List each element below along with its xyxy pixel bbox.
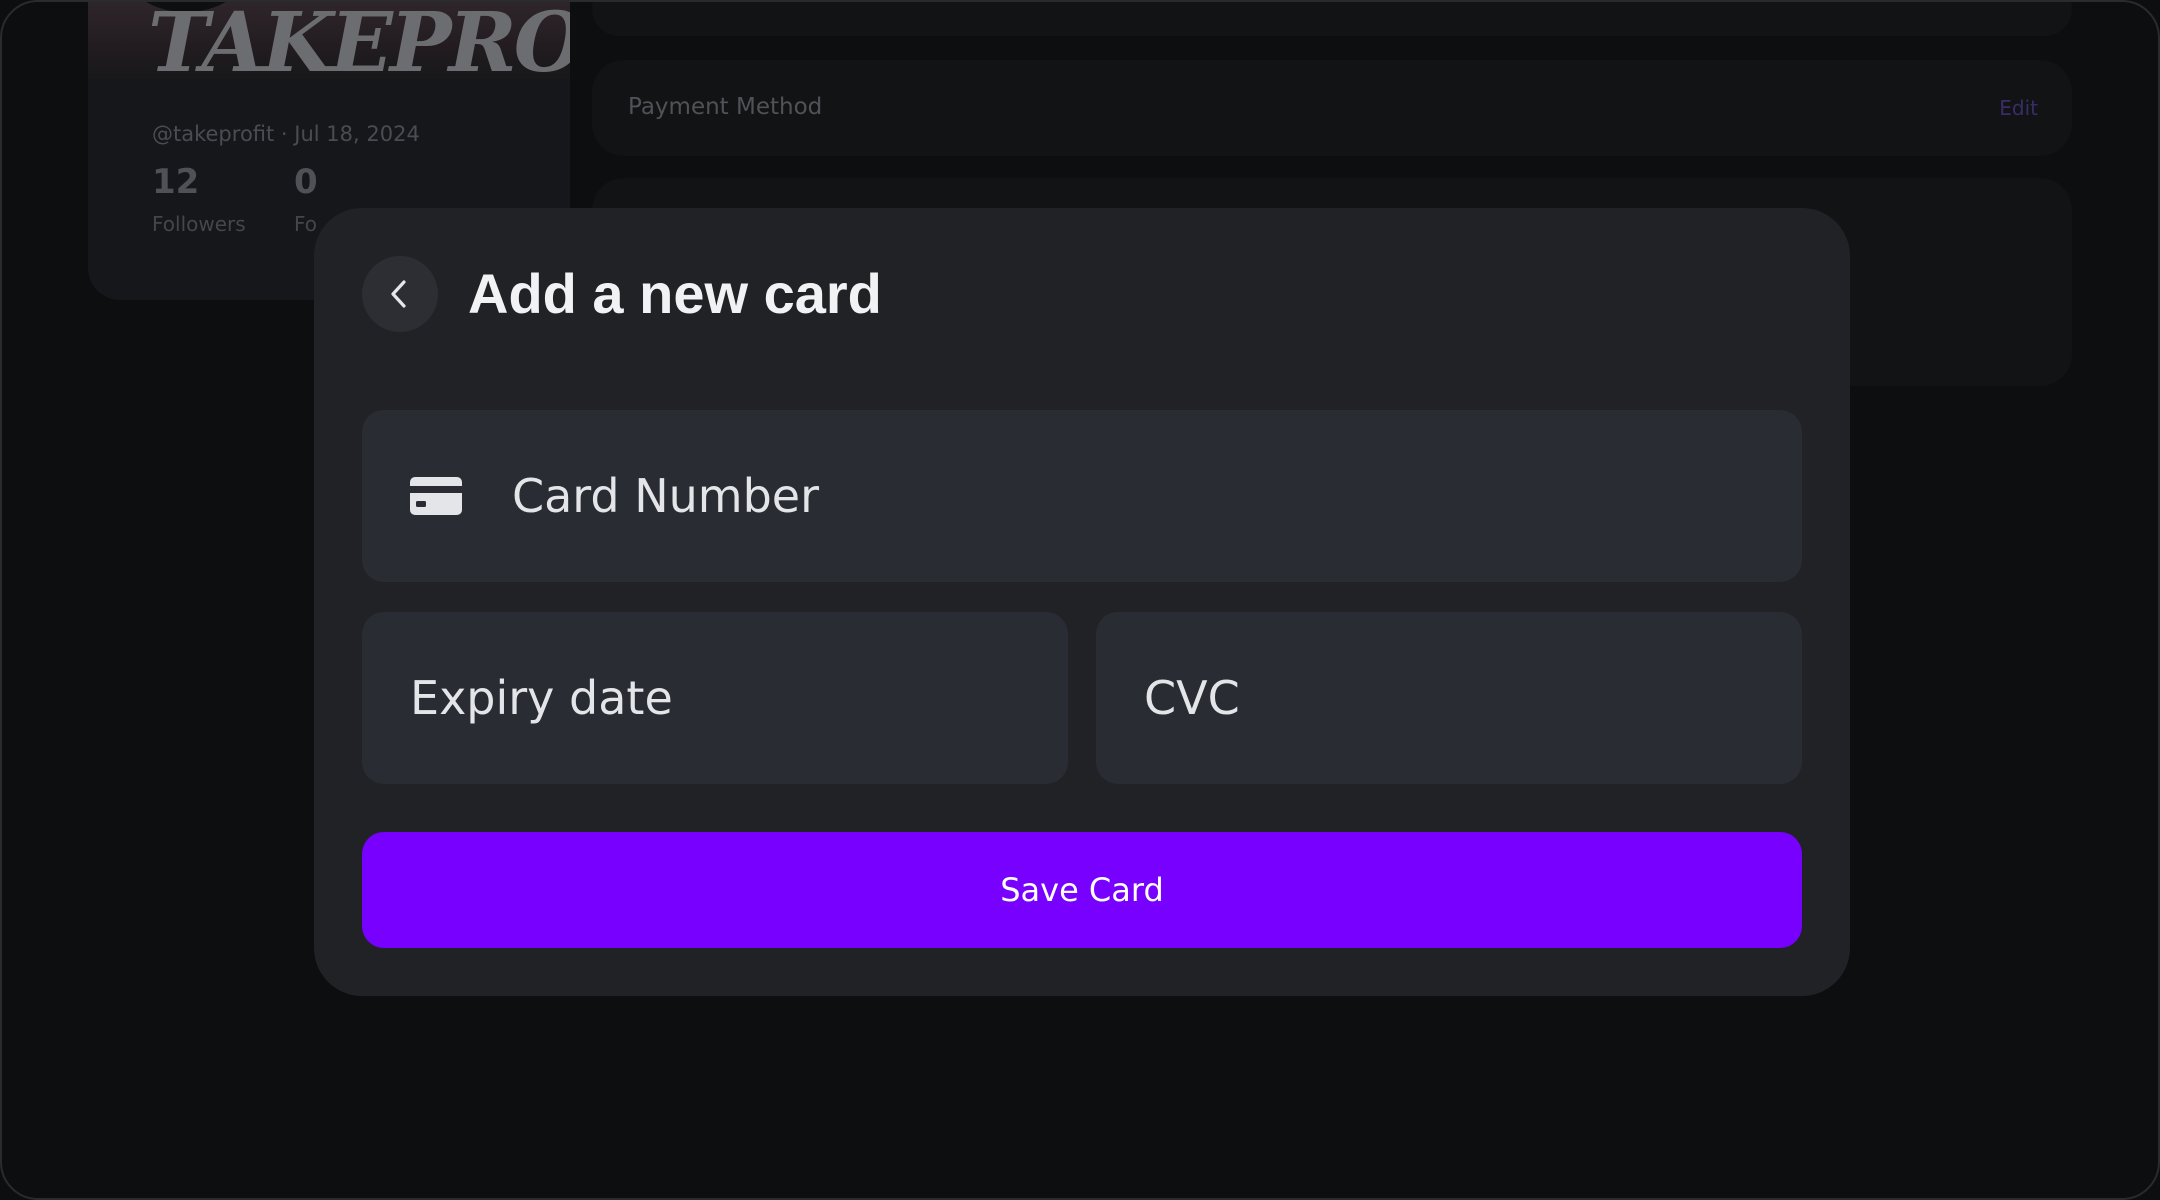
save-card-button[interactable]: Save Card [362,832,1802,948]
followers-count: 12 [152,162,200,202]
profile-logo: TAKEPROFIT [148,0,570,91]
credit-card-icon [410,477,462,515]
following-count: 0 [294,162,318,202]
cvc-field[interactable] [1096,612,1802,784]
payment-method-label: Payment Method [628,94,823,120]
app-frame: TAKEPROFIT @takeprofit · Jul 18, 2024 12… [0,0,2160,1200]
back-button[interactable] [362,256,438,332]
chevron-left-icon [391,280,406,308]
followers-label: Followers [152,212,246,236]
card-number-input[interactable] [512,469,1802,523]
edit-link[interactable]: Edit [1999,96,2038,120]
background-panel [592,2,2072,36]
expiry-date-field[interactable] [362,612,1068,784]
expiry-date-input[interactable] [410,671,1068,725]
profile-handle: @takeprofit · Jul 18, 2024 [152,122,420,146]
cvc-input[interactable] [1144,671,1802,725]
card-number-field[interactable] [362,410,1802,582]
following-label: Fo [294,212,318,236]
payment-method-row: Payment Method Edit [592,60,2072,156]
modal-title: Add a new card [468,262,882,325]
add-card-modal: Add a new card Save Card [314,208,1850,996]
